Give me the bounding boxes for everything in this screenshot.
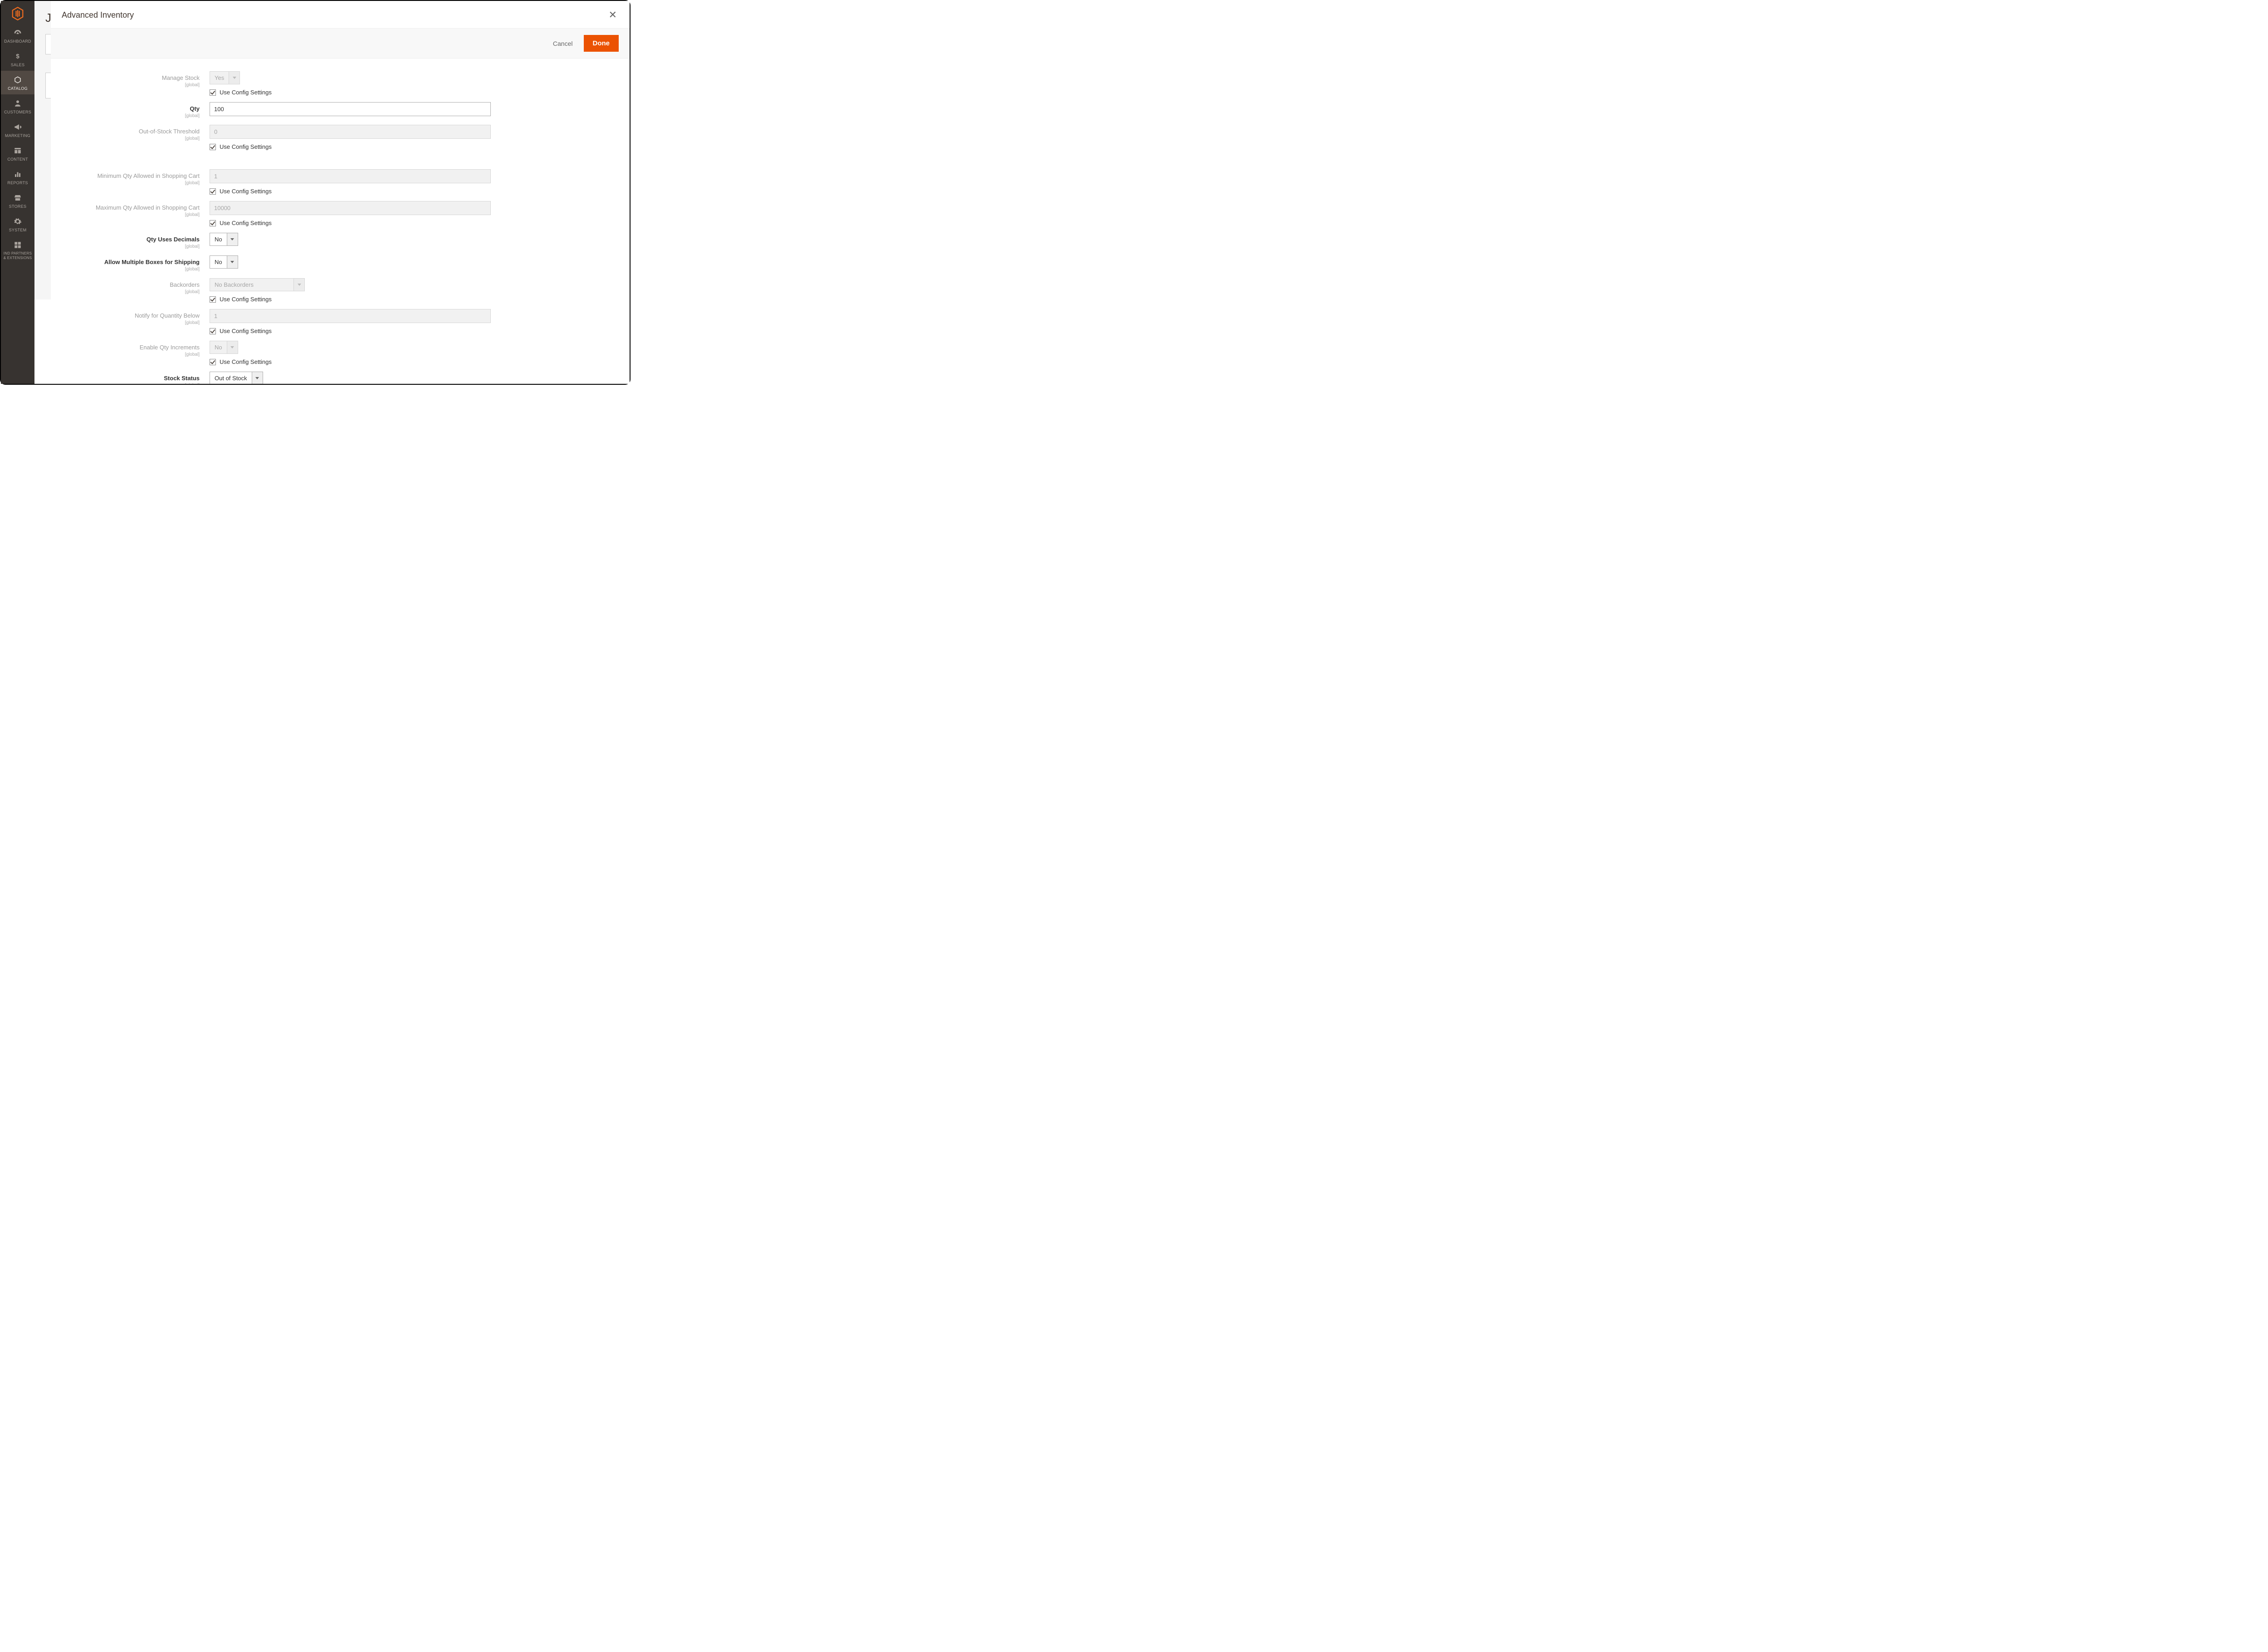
sidebar-item-customers[interactable]: CUSTOMERS	[1, 94, 34, 118]
qty-input[interactable]	[210, 102, 491, 116]
label-oos-threshold: Out-of-Stock Threshold	[139, 128, 200, 135]
gauge-icon	[13, 28, 23, 37]
row-qty-decimals: Qty Uses Decimals [global] No	[69, 233, 611, 249]
max-qty-cart-input	[210, 201, 491, 215]
row-oos-threshold: Out-of-Stock Threshold [global] Use Conf…	[69, 125, 611, 150]
qty-decimals-select[interactable]: No	[210, 233, 238, 246]
brand-logo[interactable]	[1, 4, 34, 24]
advanced-inventory-modal: Advanced Inventory ✕ Cancel Done Manage …	[51, 1, 630, 384]
max-qty-cart-ucs-checkbox[interactable]	[210, 220, 216, 226]
chevron-down-icon	[229, 71, 240, 84]
stock-status-select[interactable]: Out of Stock	[210, 372, 263, 384]
cube-icon	[13, 75, 23, 84]
label-qty-increments: Enable Qty Increments	[140, 344, 200, 351]
done-button[interactable]: Done	[584, 35, 619, 52]
magento-logo-icon	[12, 7, 24, 20]
manage-stock-ucs-checkbox[interactable]	[210, 89, 216, 96]
sidebar-item-label: REPORTS	[7, 181, 28, 185]
chevron-down-icon[interactable]	[227, 255, 238, 269]
min-qty-cart-input	[210, 169, 491, 183]
sidebar-item-reports[interactable]: REPORTS	[1, 165, 34, 189]
label-backorders: Backorders	[170, 281, 200, 288]
modal-action-bar: Cancel Done	[51, 28, 630, 59]
row-min-qty-cart: Minimum Qty Allowed in Shopping Cart [gl…	[69, 169, 611, 195]
modal-header: Advanced Inventory ✕	[51, 1, 630, 28]
sidebar-item-catalog[interactable]: CATALOG	[1, 71, 34, 94]
sidebar-item-system[interactable]: SYSTEM	[1, 212, 34, 236]
notify-below-ucs-checkbox[interactable]	[210, 328, 216, 334]
row-multi-boxes: Allow Multiple Boxes for Shipping [globa…	[69, 255, 611, 272]
person-icon	[13, 99, 23, 108]
svg-text:$: $	[16, 53, 20, 60]
megaphone-icon	[13, 123, 23, 132]
sidebar-item-label: CATALOG	[8, 86, 28, 91]
min-qty-cart-ucs-checkbox[interactable]	[210, 188, 216, 195]
row-notify-below: Notify for Quantity Below [global] Use C…	[69, 309, 611, 334]
storefront-icon	[13, 193, 23, 202]
label-stock-status: Stock Status	[164, 375, 200, 382]
sidebar-item-dashboard[interactable]: DASHBOARD	[1, 24, 34, 47]
chevron-down-icon	[227, 341, 238, 354]
scope-label: [global]	[69, 83, 200, 88]
sidebar-item-label: SYSTEM	[9, 228, 27, 232]
modal-body: Manage Stock [global] Yes Use Config Set…	[51, 59, 630, 384]
dollar-icon: $	[13, 52, 23, 61]
notify-below-input	[210, 309, 491, 323]
row-qty-increments: Enable Qty Increments [global] No Use Co…	[69, 341, 611, 365]
sidebar-item-label: IND PARTNERS & EXTENSIONS	[2, 251, 34, 260]
layout-icon	[13, 146, 23, 155]
modal-title: Advanced Inventory	[62, 10, 134, 20]
sidebar-item-label: STORES	[9, 204, 27, 209]
backorders-ucs-checkbox[interactable]	[210, 296, 216, 303]
row-qty: Qty [global]	[69, 102, 611, 118]
chevron-down-icon	[294, 278, 305, 291]
bars-icon	[13, 170, 23, 179]
row-stock-status: Stock Status [global] Out of Stock	[69, 372, 611, 384]
label-qty: Qty	[190, 105, 200, 112]
sidebar-item-label: CUSTOMERS	[4, 110, 31, 114]
sidebar-item-stores[interactable]: STORES	[1, 189, 34, 212]
chevron-down-icon[interactable]	[227, 233, 238, 246]
backorders-select: No Backorders	[210, 278, 305, 291]
row-backorders: Backorders [global] No Backorders Use Co…	[69, 278, 611, 303]
label-qty-decimals: Qty Uses Decimals	[147, 236, 200, 243]
oos-threshold-input	[210, 125, 491, 139]
close-icon[interactable]: ✕	[607, 8, 619, 22]
ucs-label: Use Config Settings	[220, 89, 272, 96]
row-max-qty-cart: Maximum Qty Allowed in Shopping Cart [gl…	[69, 201, 611, 226]
label-multi-boxes: Allow Multiple Boxes for Shipping	[104, 259, 200, 265]
sidebar-item-label: DASHBOARD	[4, 39, 31, 44]
row-manage-stock: Manage Stock [global] Yes Use Config Set…	[69, 71, 611, 96]
manage-stock-select: Yes	[210, 71, 240, 84]
chevron-down-icon[interactable]	[252, 372, 263, 384]
multi-boxes-select[interactable]: No	[210, 255, 238, 269]
sidebar-item-content[interactable]: CONTENT	[1, 142, 34, 165]
gear-icon	[13, 217, 23, 226]
sidebar-item-ind-partners-extensions[interactable]: IND PARTNERS & EXTENSIONS	[1, 236, 34, 264]
sidebar-item-label: SALES	[11, 63, 25, 67]
label-min-qty-cart: Minimum Qty Allowed in Shopping Cart	[98, 172, 200, 179]
qty-increments-ucs-checkbox[interactable]	[210, 359, 216, 365]
label-manage-stock: Manage Stock	[162, 74, 200, 81]
blocks-icon	[13, 240, 23, 250]
sidebar-item-marketing[interactable]: MARKETING	[1, 118, 34, 142]
qty-increments-select: No	[210, 341, 238, 354]
sidebar-item-sales[interactable]: $ SALES	[1, 47, 34, 71]
label-notify-below: Notify for Quantity Below	[135, 312, 200, 319]
admin-sidebar: DASHBOARD $ SALES CATALOG CUSTOMERS MARKETING…	[1, 1, 34, 384]
oos-threshold-ucs-checkbox[interactable]	[210, 144, 216, 150]
sidebar-item-label: MARKETING	[5, 133, 30, 138]
sidebar-item-label: CONTENT	[7, 157, 28, 162]
label-max-qty-cart: Maximum Qty Allowed in Shopping Cart	[96, 204, 200, 211]
cancel-button[interactable]: Cancel	[548, 36, 577, 51]
